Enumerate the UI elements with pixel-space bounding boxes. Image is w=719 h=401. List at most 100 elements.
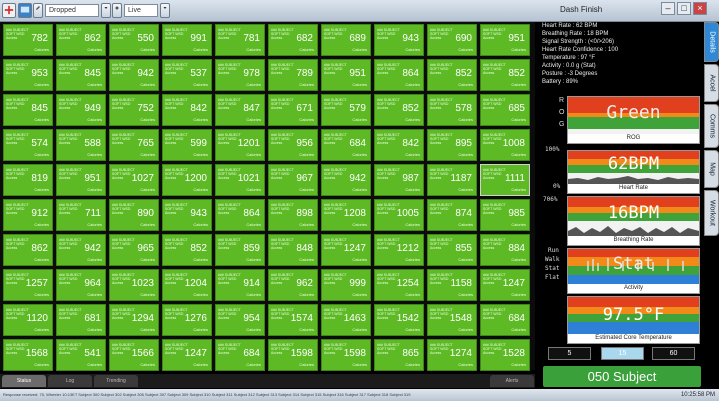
settings-button[interactable]	[112, 3, 122, 18]
subject-tile[interactable]: ### SUBJECT SOFT WSD Access 847 Calories	[215, 94, 265, 126]
subject-tile[interactable]: ### SUBJECT SOFT WSD Access 537 Calories	[162, 59, 212, 91]
subject-tile[interactable]: ### SUBJECT SOFT WSD Access 1247 Calories	[162, 339, 212, 371]
subject-tile[interactable]: ### SUBJECT SOFT WSD Access 914 Calories	[215, 269, 265, 301]
subject-tile[interactable]: ### SUBJECT SOFT WSD Access 987 Calories	[374, 164, 424, 196]
subject-tile[interactable]: ### SUBJECT SOFT WSD Access 1201 Calories	[215, 129, 265, 161]
subject-tile[interactable]: ### SUBJECT SOFT WSD Access 789 Calories	[268, 59, 318, 91]
subject-tile[interactable]: ### SUBJECT SOFT WSD Access 550 Calories	[109, 24, 159, 56]
subject-tile[interactable]: ### SUBJECT SOFT WSD Access 1247 Calories	[480, 269, 530, 301]
subject-tile[interactable]: ### SUBJECT SOFT WSD Access 1158 Calories	[427, 269, 477, 301]
subject-tile[interactable]: ### SUBJECT SOFT WSD Access 890 Calories	[109, 199, 159, 231]
subject-tile[interactable]: ### SUBJECT SOFT WSD Access 964 Calories	[56, 269, 106, 301]
subject-tile[interactable]: ### SUBJECT SOFT WSD Access 1187 Calories	[427, 164, 477, 196]
tab-log[interactable]: Log	[48, 375, 92, 387]
subject-tile[interactable]: ### SUBJECT SOFT WSD Access 1023 Calories	[109, 269, 159, 301]
subject-tile[interactable]: ### SUBJECT SOFT WSD Access 752 Calories	[109, 94, 159, 126]
subject-tile[interactable]: ### SUBJECT SOFT WSD Access 684 Calories	[480, 304, 530, 336]
subject-tile[interactable]: ### SUBJECT SOFT WSD Access 845 Calories	[56, 59, 106, 91]
subject-tile[interactable]: ### SUBJECT SOFT WSD Access 1120 Calories	[3, 304, 53, 336]
subject-tile[interactable]: ### SUBJECT SOFT WSD Access 874 Calories	[427, 199, 477, 231]
subject-tile[interactable]: ### SUBJECT SOFT WSD Access 1568 Calories	[3, 339, 53, 371]
subject-tile[interactable]: ### SUBJECT SOFT WSD Access 943 Calories	[162, 199, 212, 231]
subject-tile[interactable]: ### SUBJECT SOFT WSD Access 781 Calories	[215, 24, 265, 56]
subject-tile[interactable]: ### SUBJECT SOFT WSD Access 1027 Calories	[109, 164, 159, 196]
mode-toggle-button[interactable]	[160, 3, 170, 18]
subject-tile[interactable]: ### SUBJECT SOFT WSD Access 1274 Calories	[427, 339, 477, 371]
subject-tile[interactable]: ### SUBJECT SOFT WSD Access 942 Calories	[321, 164, 371, 196]
subject-tile[interactable]: ### SUBJECT SOFT WSD Access 1257 Calories	[3, 269, 53, 301]
subject-tile[interactable]: ### SUBJECT SOFT WSD Access 1200 Calories	[162, 164, 212, 196]
tab-map[interactable]: Map	[704, 150, 719, 188]
subject-tile[interactable]: ### SUBJECT SOFT WSD Access 898 Calories	[268, 199, 318, 231]
maximize-button[interactable]: □	[677, 2, 691, 15]
subject-tile[interactable]: ### SUBJECT SOFT WSD Access 541 Calories	[56, 339, 106, 371]
subject-tile[interactable]: ### SUBJECT SOFT WSD Access 684 Calories	[215, 339, 265, 371]
subject-tile[interactable]: ### SUBJECT SOFT WSD Access 991 Calories	[162, 24, 212, 56]
subject-tile[interactable]: ### SUBJECT SOFT WSD Access 588 Calories	[56, 129, 106, 161]
subject-tile[interactable]: ### SUBJECT SOFT WSD Access 819 Calories	[3, 164, 53, 196]
subject-tile[interactable]: ### SUBJECT SOFT WSD Access 865 Calories	[374, 339, 424, 371]
subject-tile[interactable]: ### SUBJECT SOFT WSD Access 578 Calories	[427, 94, 477, 126]
subject-tile[interactable]: ### SUBJECT SOFT WSD Access 684 Calories	[321, 129, 371, 161]
tab-details[interactable]: Details	[704, 22, 719, 62]
subject-tile[interactable]: ### SUBJECT SOFT WSD Access 951 Calories	[480, 24, 530, 56]
source-dropdown[interactable]: Dropped	[45, 4, 99, 17]
subject-tile[interactable]: ### SUBJECT SOFT WSD Access 1598 Calories	[321, 339, 371, 371]
dropdown-toggle-button[interactable]	[101, 3, 111, 18]
subject-tile[interactable]: ### SUBJECT SOFT WSD Access 1528 Calories	[480, 339, 530, 371]
subject-tile[interactable]: ### SUBJECT SOFT WSD Access 711 Calories	[56, 199, 106, 231]
subject-tile[interactable]: ### SUBJECT SOFT WSD Access 681 Calories	[56, 304, 106, 336]
record-button[interactable]	[18, 3, 32, 18]
subject-tile[interactable]: ### SUBJECT SOFT WSD Access 1005 Calories	[374, 199, 424, 231]
subject-tile[interactable]: ### SUBJECT SOFT WSD Access 956 Calories	[268, 129, 318, 161]
subject-tile[interactable]: ### SUBJECT SOFT WSD Access 962 Calories	[268, 269, 318, 301]
tab-trending[interactable]: Trending	[94, 375, 138, 387]
scale-5-button[interactable]: 5	[548, 347, 591, 360]
subject-tile[interactable]: ### SUBJECT SOFT WSD Access 852 Calories	[374, 94, 424, 126]
subject-tile[interactable]: ### SUBJECT SOFT WSD Access 912 Calories	[3, 199, 53, 231]
subject-tile[interactable]: ### SUBJECT SOFT WSD Access 965 Calories	[109, 234, 159, 266]
subject-tile[interactable]: ### SUBJECT SOFT WSD Access 1021 Calories	[215, 164, 265, 196]
subject-tile[interactable]: ### SUBJECT SOFT WSD Access 1208 Calories	[321, 199, 371, 231]
subject-tile[interactable]: ### SUBJECT SOFT WSD Access 978 Calories	[215, 59, 265, 91]
subject-tile[interactable]: ### SUBJECT SOFT WSD Access 1254 Calories	[374, 269, 424, 301]
subject-tile[interactable]: ### SUBJECT SOFT WSD Access 864 Calories	[374, 59, 424, 91]
close-button[interactable]: ×	[693, 2, 707, 15]
subject-tile[interactable]: ### SUBJECT SOFT WSD Access 951 Calories	[56, 164, 106, 196]
subject-tile[interactable]: ### SUBJECT SOFT WSD Access 579 Calories	[321, 94, 371, 126]
subject-tile[interactable]: ### SUBJECT SOFT WSD Access 985 Calories	[480, 199, 530, 231]
current-subject-button[interactable]: 050 Subject	[543, 366, 701, 387]
subject-tile[interactable]: ### SUBJECT SOFT WSD Access 842 Calories	[374, 129, 424, 161]
add-button[interactable]	[2, 3, 16, 18]
subject-tile[interactable]: ### SUBJECT SOFT WSD Access 864 Calories	[215, 199, 265, 231]
subject-tile[interactable]: ### SUBJECT SOFT WSD Access 1542 Calories	[374, 304, 424, 336]
tab-status[interactable]: Status	[2, 375, 46, 387]
subject-tile[interactable]: ### SUBJECT SOFT WSD Access 884 Calories	[480, 234, 530, 266]
tab-alerts[interactable]: Alerts	[490, 375, 534, 387]
subject-tile[interactable]: ### SUBJECT SOFT WSD Access 1212 Calories	[374, 234, 424, 266]
subject-tile[interactable]: ### SUBJECT SOFT WSD Access 782 Calories	[3, 24, 53, 56]
subject-tile[interactable]: ### SUBJECT SOFT WSD Access 1276 Calories	[162, 304, 212, 336]
subject-tile[interactable]: ### SUBJECT SOFT WSD Access 895 Calories	[427, 129, 477, 161]
subject-tile[interactable]: ### SUBJECT SOFT WSD Access 671 Calories	[268, 94, 318, 126]
subject-tile[interactable]: ### SUBJECT SOFT WSD Access 574 Calories	[3, 129, 53, 161]
minimize-button[interactable]: –	[661, 2, 675, 15]
subject-tile[interactable]: ### SUBJECT SOFT WSD Access 852 Calories	[427, 59, 477, 91]
subject-tile[interactable]: ### SUBJECT SOFT WSD Access 949 Calories	[56, 94, 106, 126]
subject-tile[interactable]: ### SUBJECT SOFT WSD Access 845 Calories	[3, 94, 53, 126]
subject-tile[interactable]: ### SUBJECT SOFT WSD Access 855 Calories	[427, 234, 477, 266]
subject-tile[interactable]: ### SUBJECT SOFT WSD Access 682 Calories	[268, 24, 318, 56]
subject-tile[interactable]: ### SUBJECT SOFT WSD Access 942 Calories	[56, 234, 106, 266]
subject-tile[interactable]: ### SUBJECT SOFT WSD Access 1566 Calories	[109, 339, 159, 371]
subject-tile[interactable]: ### SUBJECT SOFT WSD Access 862 Calories	[3, 234, 53, 266]
subject-tile[interactable]: ### SUBJECT SOFT WSD Access 1463 Calories	[321, 304, 371, 336]
tab-workout[interactable]: Workout	[704, 190, 719, 236]
subject-tile[interactable]: ### SUBJECT SOFT WSD Access 862 Calories	[56, 24, 106, 56]
subject-tile[interactable]: ### SUBJECT SOFT WSD Access 999 Calories	[321, 269, 371, 301]
subject-tile[interactable]: ### SUBJECT SOFT WSD Access 1548 Calories	[427, 304, 477, 336]
subject-tile[interactable]: ### SUBJECT SOFT WSD Access 953 Calories	[3, 59, 53, 91]
subject-tile[interactable]: ### SUBJECT SOFT WSD Access 690 Calories	[427, 24, 477, 56]
tab-comms[interactable]: Comms	[704, 104, 719, 148]
scale-15-button[interactable]: 15	[601, 347, 644, 360]
subject-tile[interactable]: ### SUBJECT SOFT WSD Access 942 Calories	[109, 59, 159, 91]
